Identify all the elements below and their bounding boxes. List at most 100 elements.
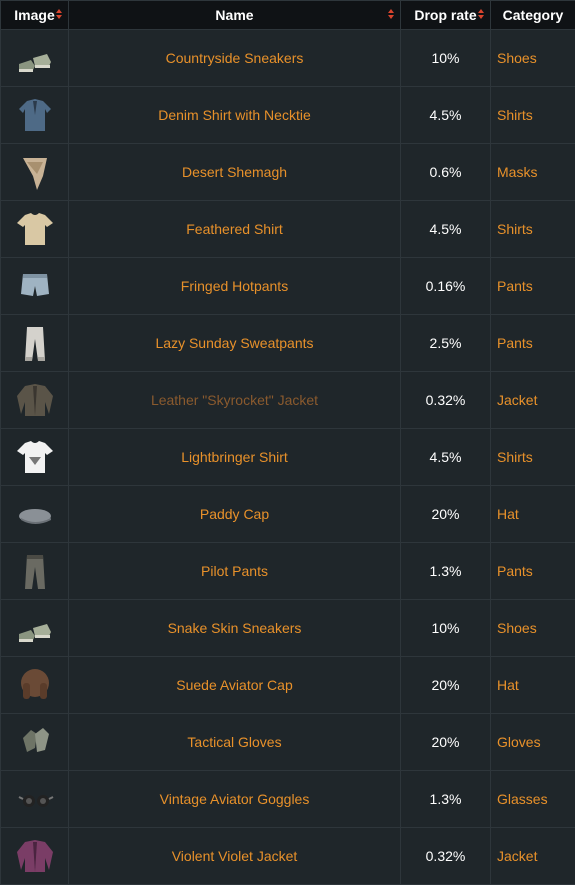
- item-image-cell: [1, 144, 69, 201]
- table-row: Pilot Pants1.3%Pants: [1, 543, 575, 600]
- item-name-link[interactable]: Denim Shirt with Necktie: [69, 87, 401, 144]
- item-image-cell: [1, 714, 69, 771]
- category-link[interactable]: Gloves: [491, 714, 575, 771]
- item-image-cell: [1, 543, 69, 600]
- header-row: Image Name Drop rate Category: [1, 1, 575, 30]
- image-header-label: Image: [14, 7, 54, 23]
- item-name-link[interactable]: Tactical Gloves: [69, 714, 401, 771]
- item-image-cell: [1, 30, 69, 87]
- drop-rate-value: 4.5%: [401, 201, 491, 258]
- item-name-link[interactable]: Violent Violet Jacket: [69, 828, 401, 885]
- sweatpants-icon[interactable]: [13, 321, 57, 365]
- item-image-cell: [1, 429, 69, 486]
- cap-icon[interactable]: [13, 492, 57, 536]
- table-row: Lazy Sunday Sweatpants2.5%Pants: [1, 315, 575, 372]
- item-name-link[interactable]: Snake Skin Sneakers: [69, 600, 401, 657]
- drop-rate-value: 0.6%: [401, 144, 491, 201]
- category-link[interactable]: Shirts: [491, 201, 575, 258]
- sort-arrows-icon[interactable]: [388, 9, 394, 21]
- pants-icon[interactable]: [13, 549, 57, 593]
- shemagh-icon[interactable]: [13, 150, 57, 194]
- sneakers-icon[interactable]: [13, 606, 57, 650]
- item-name-link[interactable]: Vintage Aviator Goggles: [69, 771, 401, 828]
- item-image-cell: [1, 657, 69, 714]
- item-name-link[interactable]: Paddy Cap: [69, 486, 401, 543]
- category-link[interactable]: Jacket: [491, 828, 575, 885]
- drop-rate-value: 0.32%: [401, 372, 491, 429]
- sneakers-icon[interactable]: [13, 36, 57, 80]
- gloves-icon[interactable]: [13, 720, 57, 764]
- table-row: Denim Shirt with Necktie4.5%Shirts: [1, 87, 575, 144]
- table-row: Lightbringer Shirt4.5%Shirts: [1, 429, 575, 486]
- drop-rate-table: Image Name Drop rate Category Countrysid…: [0, 0, 575, 885]
- item-image-cell: [1, 600, 69, 657]
- drop-rate-column-header[interactable]: Drop rate: [401, 1, 491, 30]
- drop-rate-value: 20%: [401, 657, 491, 714]
- drop-rate-value: 20%: [401, 714, 491, 771]
- drop-rate-value: 4.5%: [401, 87, 491, 144]
- category-link[interactable]: Jacket: [491, 372, 575, 429]
- drop-rate-value: 4.5%: [401, 429, 491, 486]
- table-row: Desert Shemagh0.6%Masks: [1, 144, 575, 201]
- drop-rate-value: 1.3%: [401, 771, 491, 828]
- category-link[interactable]: Shirts: [491, 87, 575, 144]
- item-image-cell: [1, 87, 69, 144]
- drop-rate-value: 2.5%: [401, 315, 491, 372]
- item-image-cell: [1, 486, 69, 543]
- table-row: Leather "Skyrocket" Jacket0.32%Jacket: [1, 372, 575, 429]
- item-name-link[interactable]: Countryside Sneakers: [69, 30, 401, 87]
- table-row: Fringed Hotpants0.16%Pants: [1, 258, 575, 315]
- name-header-label: Name: [215, 7, 253, 23]
- drop-rate-value: 0.16%: [401, 258, 491, 315]
- table-row: Countryside Sneakers10%Shoes: [1, 30, 575, 87]
- category-link[interactable]: Glasses: [491, 771, 575, 828]
- item-image-cell: [1, 315, 69, 372]
- category-link[interactable]: Pants: [491, 315, 575, 372]
- category-link[interactable]: Hat: [491, 657, 575, 714]
- category-link[interactable]: Shirts: [491, 429, 575, 486]
- category-link[interactable]: Pants: [491, 543, 575, 600]
- item-name-link[interactable]: Pilot Pants: [69, 543, 401, 600]
- shorts-icon[interactable]: [13, 264, 57, 308]
- item-name-link[interactable]: Desert Shemagh: [69, 144, 401, 201]
- table-row: Tactical Gloves20%Gloves: [1, 714, 575, 771]
- drop-rate-header-label: Drop rate: [414, 7, 476, 23]
- table-row: Suede Aviator Cap20%Hat: [1, 657, 575, 714]
- item-name-link[interactable]: Feathered Shirt: [69, 201, 401, 258]
- item-name-link[interactable]: Leather "Skyrocket" Jacket: [69, 372, 401, 429]
- jacket-icon[interactable]: [13, 834, 57, 878]
- table-row: Snake Skin Sneakers10%Shoes: [1, 600, 575, 657]
- category-column-header[interactable]: Category: [491, 1, 575, 30]
- table-row: Violent Violet Jacket0.32%Jacket: [1, 828, 575, 885]
- category-link[interactable]: Shoes: [491, 600, 575, 657]
- image-column-header[interactable]: Image: [1, 1, 69, 30]
- jacket-icon[interactable]: [13, 378, 57, 422]
- drop-rate-value: 10%: [401, 30, 491, 87]
- item-name-link[interactable]: Lightbringer Shirt: [69, 429, 401, 486]
- tshirt-icon[interactable]: [13, 207, 57, 251]
- category-header-label: Category: [503, 7, 564, 23]
- goggles-icon[interactable]: [13, 777, 57, 821]
- item-name-link[interactable]: Suede Aviator Cap: [69, 657, 401, 714]
- category-link[interactable]: Pants: [491, 258, 575, 315]
- category-link[interactable]: Masks: [491, 144, 575, 201]
- table-row: Paddy Cap20%Hat: [1, 486, 575, 543]
- item-image-cell: [1, 372, 69, 429]
- sort-arrows-icon[interactable]: [56, 9, 62, 21]
- aviator-cap-icon[interactable]: [13, 663, 57, 707]
- drop-rate-value: 0.32%: [401, 828, 491, 885]
- tshirt-icon[interactable]: [13, 435, 57, 479]
- drop-rate-value: 20%: [401, 486, 491, 543]
- item-image-cell: [1, 258, 69, 315]
- item-name-link[interactable]: Fringed Hotpants: [69, 258, 401, 315]
- item-image-cell: [1, 771, 69, 828]
- item-name-link[interactable]: Lazy Sunday Sweatpants: [69, 315, 401, 372]
- category-link[interactable]: Shoes: [491, 30, 575, 87]
- shirt-icon[interactable]: [13, 93, 57, 137]
- item-image-cell: [1, 828, 69, 885]
- table-row: Feathered Shirt4.5%Shirts: [1, 201, 575, 258]
- category-link[interactable]: Hat: [491, 486, 575, 543]
- name-column-header[interactable]: Name: [69, 1, 401, 30]
- item-image-cell: [1, 201, 69, 258]
- sort-arrows-icon[interactable]: [478, 9, 484, 21]
